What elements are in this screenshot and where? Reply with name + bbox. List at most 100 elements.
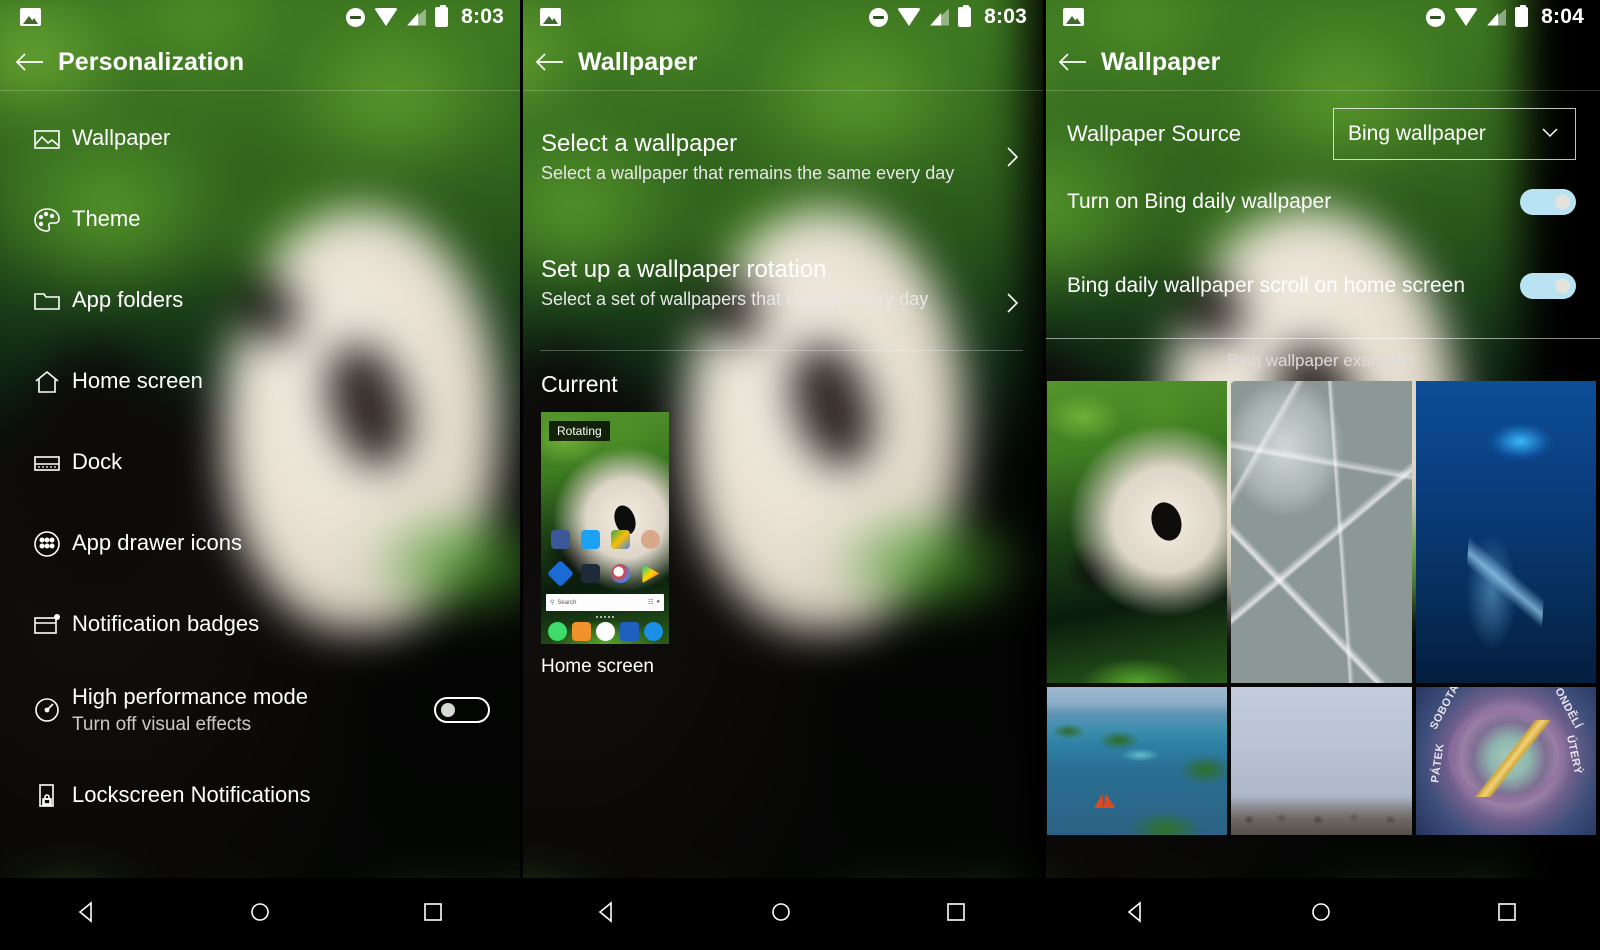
clock-label-sobota: SOBOTA — [1427, 687, 1462, 732]
examples-label: Bing wallpaper examples — [1227, 351, 1416, 370]
home-screen-thumbnail[interactable]: Rotating ⚲ Search ☷ ● — [541, 412, 669, 644]
bing-wallpaper-gallery: SOBOTA PONDĚLÍ ÚTERÝ PÁTEK — [1043, 381, 1600, 835]
row-turn-on-bing-daily-wallpaper[interactable]: Turn on Bing daily wallpaper — [1043, 160, 1600, 244]
header-divider — [1043, 90, 1600, 91]
nav-home-icon[interactable] — [768, 899, 794, 930]
nav-back-icon[interactable] — [74, 899, 100, 930]
app-bar: Wallpaper — [520, 34, 1043, 90]
rotating-badge: Rotating — [549, 421, 610, 441]
photo-notification-icon — [540, 8, 561, 26]
thumbnail-icon-row-1 — [545, 530, 665, 549]
sidebar-item-theme[interactable]: Theme — [0, 179, 520, 260]
nav-recents-icon[interactable] — [1494, 899, 1520, 930]
nav-back-icon[interactable] — [1123, 899, 1149, 930]
dock-icon — [24, 448, 70, 478]
clock-label-utery: ÚTERÝ — [1564, 734, 1585, 776]
thumbnail-caption: Home screen — [541, 656, 654, 677]
sidebar-item-dock[interactable]: Dock — [0, 422, 520, 503]
android-nav-bar — [520, 878, 1043, 950]
notification-badge-icon — [24, 610, 70, 640]
back-arrow-icon[interactable] — [0, 51, 58, 73]
row-subtitle: Select a set of wallpapers that change e… — [541, 289, 929, 309]
gallery-item-birds-on-rocks[interactable] — [1231, 687, 1412, 835]
wallpaper-source-row: Wallpaper Source Bing wallpaper — [1043, 98, 1600, 160]
chevron-right-icon — [999, 144, 1025, 175]
search-bar[interactable]: ⚲ Search ☷ ● — [546, 594, 664, 611]
clock-label-patek: PÁTEK — [1428, 742, 1447, 784]
bing-wallpaper-settings: Wallpaper Source Bing wallpaper Turn on … — [1043, 98, 1600, 835]
thumbnail-dock-icons — [545, 622, 665, 641]
sidebar-item-notification-badges[interactable]: Notification badges — [0, 584, 520, 665]
status-time: 8:03 — [984, 5, 1027, 28]
gallery-item-astronomical-clock[interactable]: SOBOTA PONDĚLÍ ÚTERÝ PÁTEK — [1415, 687, 1596, 835]
outlook-icon — [546, 560, 574, 587]
facebook-icon — [550, 530, 570, 549]
header-divider — [520, 90, 1043, 91]
chevron-right-icon — [999, 290, 1025, 321]
row-bing-wallpaper-scroll[interactable]: Bing daily wallpaper scroll on home scre… — [1043, 244, 1600, 328]
folder-icon — [24, 286, 70, 316]
high-performance-toggle[interactable] — [434, 697, 490, 723]
gallery-item-tropical-island-lagoon[interactable] — [1047, 687, 1228, 835]
maps-icon — [610, 530, 630, 549]
toggle-label: Bing daily wallpaper scroll on home scre… — [1067, 274, 1466, 297]
do-not-disturb-icon — [1426, 7, 1446, 27]
section-label-current: Current — [541, 371, 618, 397]
sidebar-item-high-performance-mode[interactable]: High performance mode Turn off visual ef… — [0, 665, 520, 755]
android-nav-bar — [1043, 878, 1600, 950]
lock-phone-icon — [24, 781, 70, 811]
row-select-a-wallpaper[interactable]: Select a wallpaper Select a wallpaper th… — [520, 112, 1043, 202]
battery-icon — [1515, 5, 1529, 27]
nav-recents-icon[interactable] — [943, 899, 969, 930]
sidebar-item-wallpaper[interactable]: Wallpaper — [0, 98, 520, 179]
row-set-up-wallpaper-rotation[interactable]: Set up a wallpaper rotation Select a set… — [520, 238, 1043, 328]
gallery-item-ice-rock-pattern[interactable] — [1231, 381, 1412, 683]
photo-notification-icon — [1063, 8, 1084, 26]
home-icon — [24, 367, 70, 397]
status-bar: 8:04 — [1043, 0, 1600, 34]
sidebar-item-app-drawer-icons[interactable]: App drawer icons — [0, 503, 520, 584]
messages-icon — [571, 622, 591, 641]
battery-icon — [958, 5, 972, 27]
nav-home-icon[interactable] — [1308, 899, 1334, 930]
status-time: 8:03 — [461, 5, 504, 28]
contact-icon — [640, 530, 660, 549]
header-divider — [0, 90, 520, 91]
three-panel-screenshot: 8:03 Personalization Wallpaper Theme App… — [0, 0, 1600, 950]
back-arrow-icon[interactable] — [520, 51, 578, 73]
sidebar-item-label: Lockscreen Notifications — [72, 782, 311, 808]
wifi-icon — [897, 8, 922, 26]
qr-icon: ☷ — [647, 600, 654, 606]
image-icon — [24, 124, 70, 154]
status-bar: 8:03 — [0, 0, 520, 34]
panel-personalization: 8:03 Personalization Wallpaper Theme App… — [0, 0, 520, 950]
gallery-item-dolphins-bubble-ring[interactable] — [1415, 381, 1596, 683]
sidebar-item-home-screen[interactable]: Home screen — [0, 341, 520, 422]
chevron-down-icon — [1539, 121, 1561, 148]
signal-icon — [930, 8, 950, 26]
bing-daily-wallpaper-toggle[interactable] — [1520, 189, 1576, 215]
do-not-disturb-icon — [869, 7, 889, 27]
page-indicator-dots — [541, 616, 669, 618]
personalization-menu: Wallpaper Theme App folders Home screen … — [0, 98, 520, 836]
panel-bing-wallpaper: 8:04 Wallpaper Wallpaper Source Bing wal… — [1043, 0, 1600, 950]
battery-icon — [435, 5, 449, 27]
toggle-label: Turn on Bing daily wallpaper — [1067, 190, 1332, 213]
nav-home-icon[interactable] — [247, 899, 273, 930]
nav-recents-icon[interactable] — [420, 899, 446, 930]
app-drawer-icon — [24, 529, 70, 559]
android-nav-bar — [0, 878, 520, 950]
twitter-icon — [580, 530, 600, 549]
sidebar-item-lockscreen-notifications[interactable]: Lockscreen Notifications — [0, 755, 520, 836]
edge-icon — [643, 622, 663, 641]
bing-wallpaper-scroll-toggle[interactable] — [1520, 273, 1576, 299]
palette-icon — [24, 205, 70, 235]
page-title: Personalization — [58, 47, 245, 76]
back-arrow-icon[interactable] — [1043, 51, 1101, 73]
sidebar-item-app-folders[interactable]: App folders — [0, 260, 520, 341]
wallpaper-source-select[interactable]: Bing wallpaper — [1333, 108, 1576, 160]
gallery-item-panda-in-ferns[interactable] — [1047, 381, 1228, 683]
sidebar-item-label: Wallpaper — [72, 125, 171, 151]
nav-back-icon[interactable] — [594, 899, 620, 930]
app-bar: Personalization — [0, 34, 520, 90]
